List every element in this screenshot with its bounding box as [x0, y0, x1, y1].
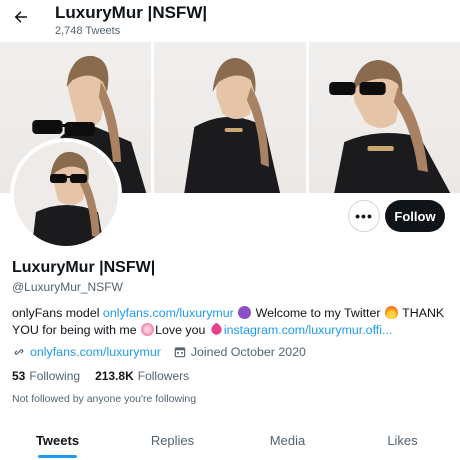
bio-text-4: Love you: [155, 323, 209, 337]
follow-button[interactable]: Follow: [385, 200, 445, 232]
avatar-image: [14, 142, 118, 246]
profile-tabs: Tweets Replies Media Likes: [0, 420, 460, 460]
tab-media[interactable]: Media: [230, 420, 345, 460]
following-count: 53: [12, 369, 26, 383]
bio-text-2: Welcome to my Twitter: [252, 306, 384, 320]
following-stat[interactable]: 53 Following: [12, 369, 80, 383]
profile-meta: onlyfans.com/luxurymur Joined October 20…: [12, 345, 306, 359]
banner-photo-2: [154, 42, 306, 193]
tab-replies[interactable]: Replies: [115, 420, 230, 460]
calendar-icon: [173, 345, 187, 359]
top-bar: LuxuryMur |NSFW| 2,748 Tweets: [0, 0, 460, 42]
not-followed-notice: Not followed by anyone you're following: [12, 393, 197, 405]
tweet-count: 2,748 Tweets: [55, 25, 121, 37]
more-options-button[interactable]: •••: [348, 200, 380, 232]
link-icon: [12, 345, 26, 359]
bio-text-1: onlyFans model: [12, 306, 103, 320]
followers-count: 213.8K: [95, 369, 134, 383]
back-arrow-icon: [14, 11, 27, 23]
profile-handle: @LuxuryMur_NSFW: [12, 280, 123, 294]
hearts-emoji-icon: [208, 322, 224, 337]
profile-name: LuxuryMur |NSFW|: [12, 259, 156, 276]
bio-onlyfans-link[interactable]: onlyfans.com/luxurymur: [103, 306, 234, 320]
banner-photo-3: [308, 42, 460, 193]
website-link[interactable]: onlyfans.com/luxurymur: [30, 345, 161, 359]
follow-stats: 53 Following 213.8K Followers: [12, 369, 189, 383]
flower-emoji-icon: [141, 323, 155, 336]
more-icon: •••: [355, 208, 373, 224]
followers-label: Followers: [137, 369, 190, 383]
devil-emoji-icon: [238, 306, 252, 319]
back-button[interactable]: [8, 4, 34, 30]
bio-instagram-link[interactable]: instagram.com/luxurymur.offi...: [224, 323, 392, 337]
following-label: Following: [29, 369, 81, 383]
followers-stat[interactable]: 213.8K Followers: [95, 369, 189, 383]
tab-likes[interactable]: Likes: [345, 420, 460, 460]
fire-emoji-icon: [384, 306, 398, 319]
tab-tweets[interactable]: Tweets: [0, 420, 115, 460]
avatar[interactable]: [10, 138, 122, 250]
header-title: LuxuryMur |NSFW|: [55, 3, 208, 22]
joined-date: Joined October 2020: [190, 345, 306, 359]
profile-bio: onlyFans model onlyfans.com/luxurymur We…: [12, 305, 452, 339]
